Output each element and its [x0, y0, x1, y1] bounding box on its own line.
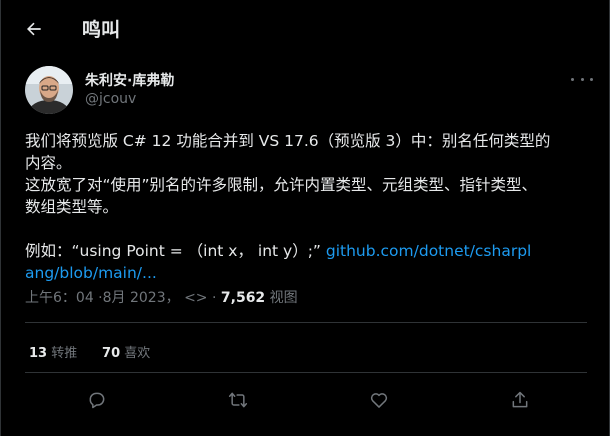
code-icon: <>: [184, 290, 208, 306]
like-button[interactable]: [367, 388, 391, 412]
avatar-photo: [25, 66, 73, 114]
share-icon: [512, 391, 528, 408]
tweet-text: 我们将预览版 C# 12 功能合并到 VS 17.6（预览版 3）中：别名任何类…: [25, 130, 585, 284]
engagement-stats: 13 转推 70 喜欢: [29, 342, 150, 361]
tweet-link-continued[interactable]: ang/blob/main/...: [25, 264, 157, 282]
views-label: 视图: [269, 290, 298, 306]
meta-dot: ·: [211, 290, 217, 306]
more-dot: [580, 77, 584, 81]
timestamp[interactable]: 上午6：04 ·8月 2023，: [25, 290, 180, 306]
more-dot: [571, 77, 574, 81]
views-count: 7,562: [220, 290, 266, 306]
arrow-left-icon: [27, 22, 41, 36]
share-button[interactable]: [508, 388, 532, 412]
tweet-link[interactable]: github.com/dotnet/csharpl: [326, 242, 531, 260]
tweet-line: 内容。: [25, 154, 72, 172]
author-handle[interactable]: @jcouv: [85, 91, 136, 107]
page-title: 鸣叫: [82, 19, 121, 41]
more-options-icon[interactable]: [571, 71, 593, 87]
header: 鸣叫: [1, 0, 609, 56]
tweet-detail-view: 鸣叫 朱利安·库弗勒 @jcouv 我们将预览版 C# 12 功能合并到 VS …: [0, 0, 610, 436]
divider: [25, 322, 587, 323]
like-icon: [370, 393, 388, 408]
divider: [25, 372, 587, 373]
retweets-stat[interactable]: 13 转推: [29, 346, 77, 361]
more-dot: [590, 77, 593, 81]
back-button[interactable]: [19, 14, 49, 44]
retweet-button[interactable]: [226, 388, 250, 412]
example-text: 例如：“using Point = （int x， int y）;”: [25, 242, 321, 260]
reply-button[interactable]: [85, 388, 109, 412]
tweet-line: 这放宽了对“使用”别名的许多限制，允许内置类型、元组类型、指针类型、: [25, 176, 538, 194]
tweet-line: 数组类型等。: [25, 198, 119, 216]
reply-icon: [89, 392, 105, 409]
tweet-line: 我们将预览版 C# 12 功能合并到 VS 17.6（预览版 3）中：别名任何类…: [25, 132, 551, 150]
tweet-meta: 上午6：04 ·8月 2023， <> · 7,562 视图: [25, 287, 298, 307]
likes-stat[interactable]: 70 喜欢: [102, 346, 150, 361]
retweet-icon: [228, 392, 248, 408]
avatar[interactable]: [25, 66, 73, 114]
author-name[interactable]: 朱利安·库弗勒: [85, 70, 174, 90]
